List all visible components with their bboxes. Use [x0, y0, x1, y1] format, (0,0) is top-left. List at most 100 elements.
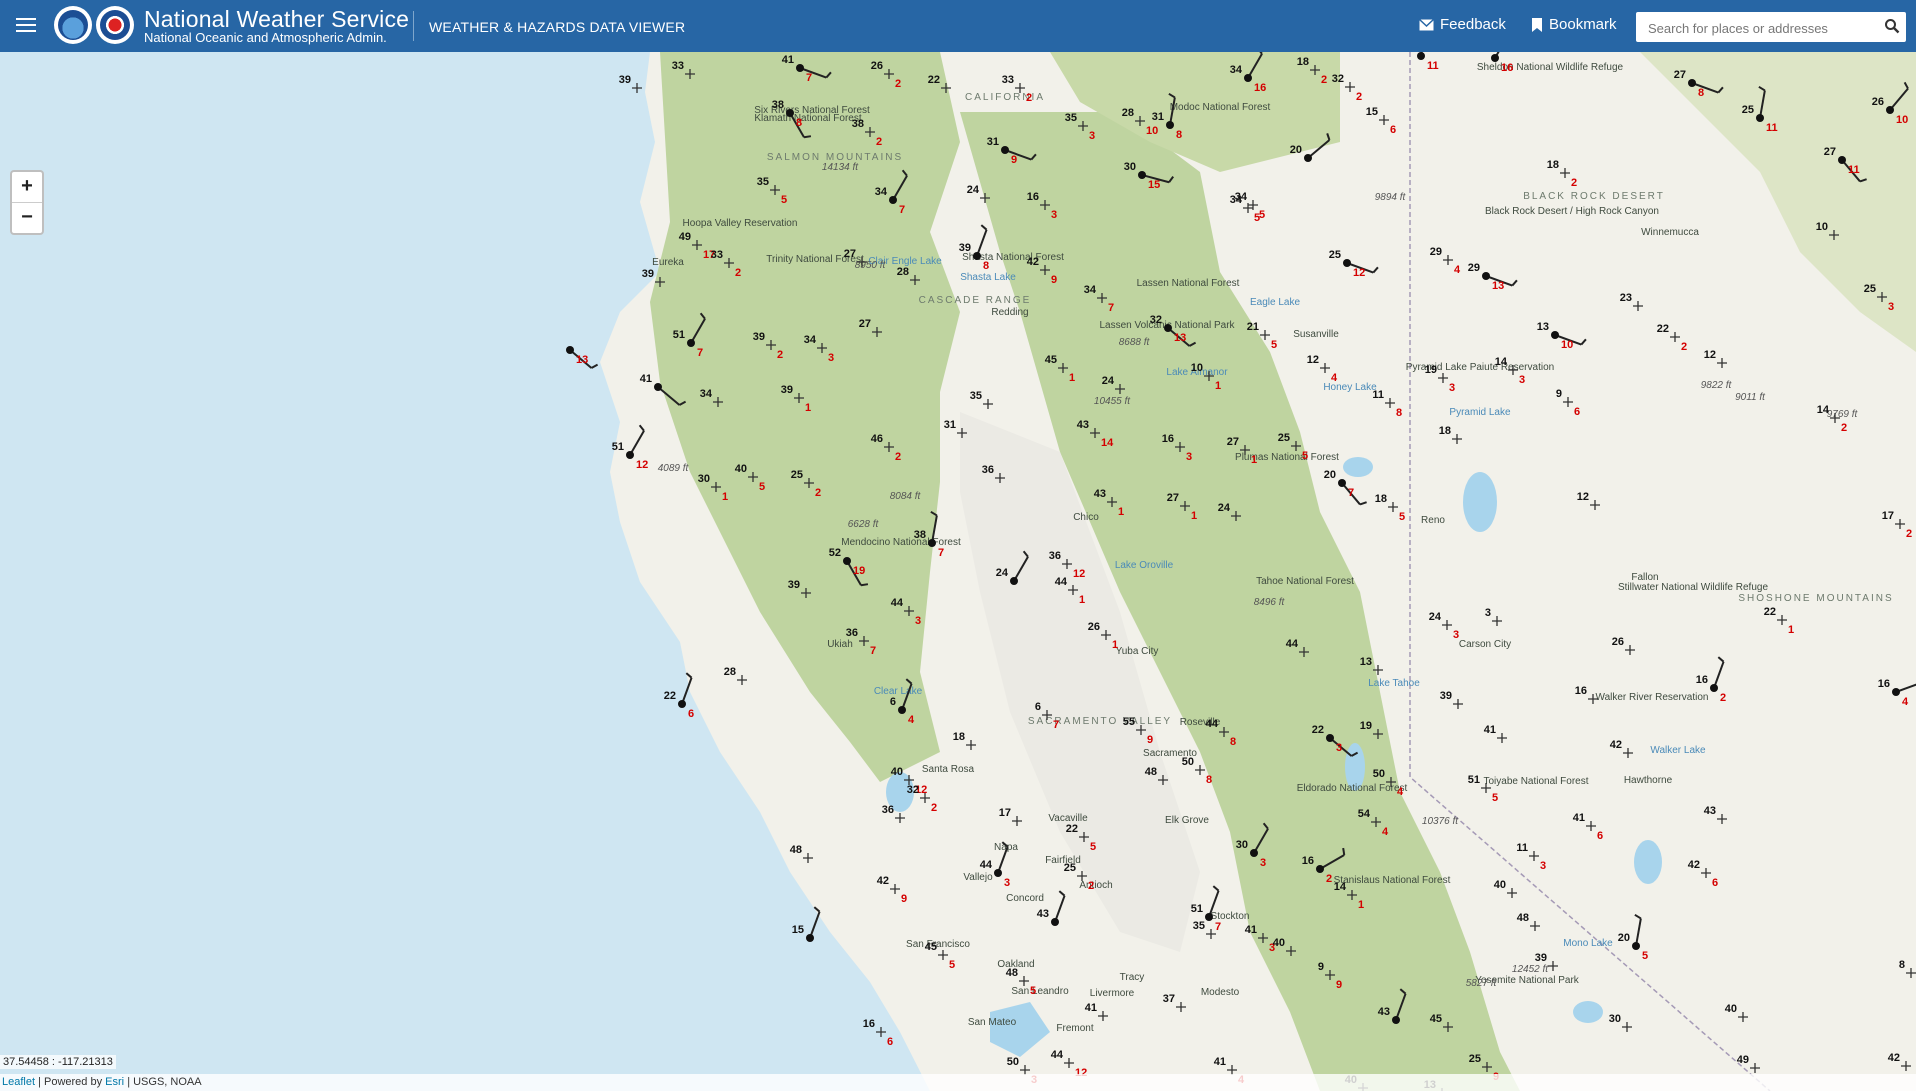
- menu-icon[interactable]: [16, 15, 36, 35]
- temperature-label: 51: [1191, 903, 1203, 915]
- station-dot: [626, 451, 634, 459]
- dewpoint-label: 2: [1841, 422, 1847, 434]
- temperature-label: 18: [953, 731, 965, 743]
- temperature-label: 26: [871, 60, 883, 72]
- dewpoint-label: 2: [1321, 74, 1327, 86]
- temperature-label: 36: [882, 804, 894, 816]
- menu-bar: [16, 30, 36, 32]
- leaflet-link[interactable]: Leaflet: [2, 1076, 35, 1088]
- elevation-label: 8688 ft: [1119, 337, 1151, 348]
- place-label: Antioch: [1079, 880, 1112, 891]
- dewpoint-label: 5: [1399, 511, 1405, 523]
- dewpoint-label: 13: [576, 354, 588, 366]
- wind-barb-flag: [860, 583, 869, 587]
- walker-lake: [1634, 840, 1662, 884]
- temperature-label: 35: [970, 390, 982, 402]
- station-dot: [806, 934, 814, 942]
- dewpoint-label: 5: [949, 959, 955, 971]
- dewpoint-label: 2: [1026, 92, 1032, 104]
- header-divider: [413, 11, 414, 41]
- bookmark-button[interactable]: Bookmark: [1531, 16, 1617, 33]
- temperature-label: 19: [1360, 720, 1372, 732]
- place-label: San Francisco: [906, 939, 970, 950]
- place-label: Reno: [1421, 515, 1445, 526]
- temperature-label: 12: [1307, 354, 1319, 366]
- temperature-label: 41: [1085, 1002, 1097, 1014]
- temperature-label: 51: [1468, 774, 1480, 786]
- dewpoint-label: 7: [1348, 487, 1354, 499]
- station-dot: [1417, 52, 1425, 60]
- temperature-label: 6: [1035, 701, 1041, 713]
- dewpoint-label: 6: [887, 1036, 893, 1048]
- dewpoint-label: 2: [1088, 880, 1094, 892]
- station-dot: [1326, 734, 1334, 742]
- temperature-label: 24: [967, 184, 980, 196]
- dewpoint-label: 9: [1147, 734, 1153, 746]
- temperature-label: 6: [890, 696, 896, 708]
- temperature-label: 24: [1102, 375, 1115, 387]
- place-label: Hoopa Valley Reservation: [683, 218, 798, 229]
- temperature-label: 27: [1167, 492, 1179, 504]
- dewpoint-label: 7: [870, 645, 876, 657]
- temperature-label: 34: [1084, 284, 1097, 296]
- esri-link[interactable]: Esri: [105, 1076, 124, 1088]
- temperature-label: 30: [698, 473, 710, 485]
- dewpoint-label: 8: [1176, 129, 1182, 141]
- dewpoint-label: 9: [1336, 979, 1342, 991]
- temperature-label: 44: [891, 597, 904, 609]
- place-label: Lassen National Forest: [1137, 278, 1240, 289]
- station-dot: [1205, 913, 1213, 921]
- dewpoint-label: 4: [1902, 696, 1909, 708]
- place-label: San Leandro: [1011, 986, 1069, 997]
- temperature-label: 21: [1247, 321, 1259, 333]
- temperature-label: 43: [1378, 1006, 1390, 1018]
- feedback-button[interactable]: Feedback: [1419, 16, 1506, 33]
- place-label: Yuba City: [1116, 646, 1159, 657]
- temperature-label: 40: [1273, 937, 1285, 949]
- dewpoint-label: 16: [1501, 62, 1513, 74]
- temperature-label: 18: [1297, 56, 1309, 68]
- zoom-out-button[interactable]: −: [12, 203, 42, 233]
- dewpoint-label: 3: [1449, 382, 1455, 394]
- station-dot: [1838, 156, 1846, 164]
- search-icon[interactable]: [1884, 18, 1900, 34]
- dewpoint-label: 16: [1254, 82, 1266, 94]
- zoom-in-button[interactable]: +: [12, 172, 42, 203]
- temperature-label: 27: [1824, 146, 1836, 158]
- dewpoint-label: 1: [1079, 594, 1085, 606]
- temperature-label: 45: [1045, 354, 1057, 366]
- map-canvas[interactable]: Six Rivers National Forest Klamath Nation…: [0, 52, 1916, 1091]
- temperature-label: 41: [1573, 812, 1585, 824]
- temperature-label: 3: [1485, 607, 1491, 619]
- temperature-label: 16: [1162, 433, 1174, 445]
- place-label: CASCADE RANGE: [919, 295, 1032, 306]
- dewpoint-label: 2: [1906, 528, 1912, 540]
- dewpoint-label: 10: [1146, 125, 1158, 137]
- station-dot: [678, 700, 686, 708]
- temperature-label: 26: [1872, 96, 1884, 108]
- temperature-label: 16: [1696, 674, 1708, 686]
- app-title: WEATHER & HAZARDS DATA VIEWER: [429, 19, 686, 35]
- wind-barb-flag: [1342, 847, 1346, 856]
- place-label: Susanville: [1293, 329, 1339, 340]
- temperature-label: 42: [1688, 859, 1700, 871]
- place-label: Elk Grove: [1165, 815, 1209, 826]
- dewpoint-label: 4: [1454, 264, 1461, 276]
- dewpoint-label: 11: [1848, 164, 1860, 176]
- temperature-label: 35: [757, 176, 769, 188]
- temperature-label: 39: [619, 74, 631, 86]
- dewpoint-label: 1: [1215, 380, 1221, 392]
- temperature-label: 52: [829, 547, 841, 559]
- place-label: Hawthorne: [1624, 775, 1673, 786]
- place-label: Livermore: [1090, 988, 1135, 999]
- place-label: Modesto: [1201, 987, 1240, 998]
- search-input[interactable]: [1646, 12, 1880, 44]
- powered-by-text: | Powered by: [38, 1076, 103, 1088]
- temperature-label: 24: [1429, 611, 1442, 623]
- temperature-label: 42: [1027, 256, 1039, 268]
- temperature-label: 25: [1278, 432, 1290, 444]
- temperature-label: 30: [1236, 839, 1248, 851]
- station-dot: [1051, 918, 1059, 926]
- dewpoint-label: 3: [1888, 301, 1894, 313]
- station-dot: [1756, 114, 1764, 122]
